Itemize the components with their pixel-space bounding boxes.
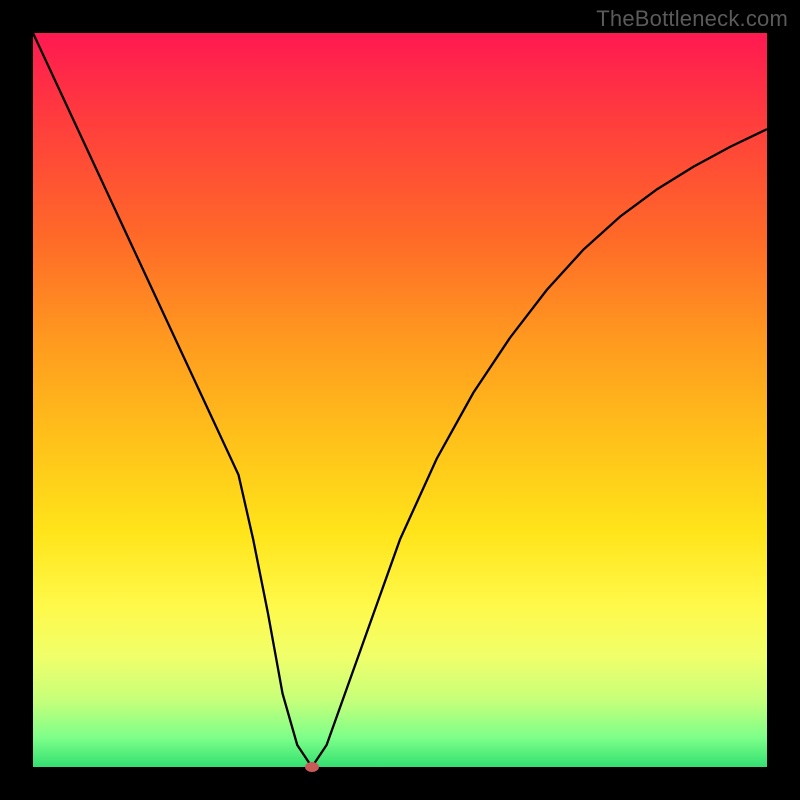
watermark-text: TheBottleneck.com (596, 6, 788, 32)
optimum-marker (305, 762, 319, 772)
curve-layer (33, 33, 767, 767)
chart-frame: TheBottleneck.com (0, 0, 800, 800)
bottleneck-curve (33, 33, 767, 767)
